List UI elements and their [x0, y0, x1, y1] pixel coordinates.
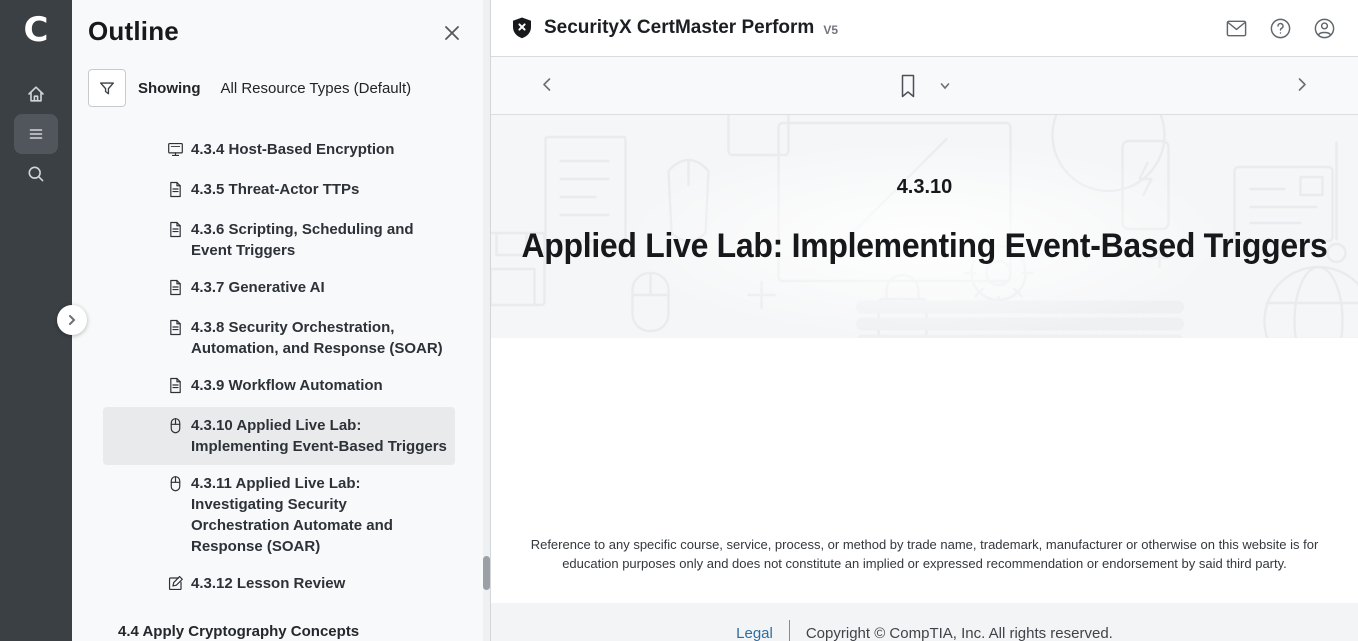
chevron-right-icon: [66, 314, 78, 326]
mouse-icon: [167, 417, 184, 439]
document-icon: [167, 279, 184, 296]
document-icon: [167, 319, 184, 336]
outline-header: Outline: [72, 0, 483, 49]
bookmark-icon: [899, 74, 917, 98]
account-icon: [1313, 17, 1336, 40]
mouse-icon: [167, 475, 184, 492]
close-icon: [443, 24, 461, 42]
outline-item-label: 4.3.8 Security Orchestration, Automation…: [191, 317, 443, 359]
rail-menu-button[interactable]: [14, 114, 58, 154]
help-icon: [1269, 17, 1292, 40]
outline-item-label: 4.3.11 Applied Live Lab: Investigating S…: [191, 473, 393, 557]
document-icon: [167, 377, 184, 399]
edit-icon: [167, 575, 184, 597]
outline-list: 4.3.4 Host-Based Encryption 4.3.5 Threat-…: [72, 131, 483, 605]
rail-buttons: [14, 74, 58, 194]
securityx-shield-icon: [510, 16, 534, 40]
bookmark-group: [899, 74, 951, 98]
lesson-number: 4.3.10: [491, 176, 1358, 199]
copyright-text: Copyright © CompTIA, Inc. All rights res…: [806, 625, 1113, 641]
app-version-badge: V5: [823, 23, 838, 37]
rail-search-button[interactable]: [14, 154, 58, 194]
header-icons: [1223, 15, 1338, 42]
search-icon: [26, 164, 46, 184]
outline-item-4.3.6[interactable]: 4.3.6 Scripting, Scheduling and Event Tr…: [103, 211, 455, 269]
filter-row: Showing All Resource Types (Default): [88, 69, 483, 107]
rail-home-button[interactable]: [14, 74, 58, 114]
outline-panel: Outline Showing All Resource Types (Defa…: [72, 0, 483, 641]
monitor-icon: [167, 141, 184, 158]
outline-item-label: 4.3.4 Host-Based Encryption: [191, 139, 394, 160]
home-icon: [26, 84, 46, 104]
chevron-left-icon: [539, 76, 555, 92]
filter-showing-label: Showing: [138, 80, 201, 97]
outline-title: Outline: [88, 16, 179, 47]
outline-item-label: 4.3.10 Applied Live Lab: Implementing Ev…: [191, 415, 447, 457]
footer-divider: [789, 620, 790, 641]
account-button[interactable]: [1311, 15, 1338, 42]
outline-item-label: 4.3.6 Scripting, Scheduling and Event Tr…: [191, 219, 414, 261]
bookmark-button[interactable]: [899, 74, 917, 98]
main-area: SecurityX CertMaster Perform V5: [490, 0, 1358, 641]
outline-item-4.3.7[interactable]: 4.3.7 Generative AI: [103, 269, 455, 309]
outline-item-4.3.9[interactable]: 4.3.9 Workflow Automation: [103, 367, 455, 407]
document-icon: [167, 181, 184, 203]
lesson-title: Applied Live Lab: Implementing Event-Bas…: [517, 227, 1332, 266]
comptia-logo: C: [24, 8, 49, 52]
mouse-icon: [167, 475, 184, 497]
messages-button[interactable]: [1223, 15, 1250, 42]
expand-panel-button[interactable]: [57, 305, 87, 335]
outline-item-4.3.8[interactable]: 4.3.8 Security Orchestration, Automation…: [103, 309, 455, 367]
outline-scrollbar-thumb[interactable]: [483, 556, 490, 590]
app-header: SecurityX CertMaster Perform V5: [491, 0, 1358, 57]
previous-page-button[interactable]: [533, 70, 561, 101]
outline-item-label: 4.3.7 Generative AI: [191, 277, 325, 298]
outline-item-4.3.5[interactable]: 4.3.5 Threat-Actor TTPs: [103, 171, 455, 211]
mail-icon: [1225, 17, 1248, 40]
close-outline-button[interactable]: [439, 20, 465, 49]
chevron-right-icon: [1294, 76, 1310, 92]
outline-item-label: 4.3.12 Lesson Review: [191, 573, 345, 594]
app-title: SecurityX CertMaster Perform: [544, 17, 814, 39]
outline-item-4.3.10[interactable]: 4.3.10 Applied Live Lab: Implementing Ev…: [103, 407, 455, 465]
document-icon: [167, 377, 184, 394]
legal-link[interactable]: Legal: [736, 625, 773, 641]
filter-value: All Resource Types (Default): [221, 80, 412, 97]
edit-icon: [167, 575, 184, 592]
outline-item-4.4[interactable]: 4.4 Apply Cryptography Concepts: [118, 623, 483, 640]
outline-item-label: 4.3.5 Threat-Actor TTPs: [191, 179, 359, 200]
monitor-icon: [167, 141, 184, 163]
menu-icon: [26, 124, 46, 144]
document-icon: [167, 181, 184, 198]
lesson-content: Reference to any specific course, servic…: [491, 338, 1358, 603]
next-page-button[interactable]: [1288, 70, 1316, 101]
outline-item-4.3.12[interactable]: 4.3.12 Lesson Review: [103, 565, 455, 605]
chevron-down-icon: [939, 80, 951, 92]
document-icon: [167, 279, 184, 301]
document-icon: [167, 319, 184, 341]
page-footer: Legal Copyright © CompTIA, Inc. All righ…: [491, 603, 1358, 641]
outline-scrollbar[interactable]: [483, 0, 490, 641]
outline-item-label: 4.3.9 Workflow Automation: [191, 375, 383, 396]
mouse-icon: [167, 417, 184, 434]
left-icon-rail: C: [0, 0, 72, 641]
document-icon: [167, 221, 184, 243]
lesson-toolbar: [491, 57, 1358, 115]
filter-funnel-icon: [98, 79, 116, 97]
lesson-banner: 4.3.10 Applied Live Lab: Implementing Ev…: [491, 115, 1358, 338]
document-icon: [167, 221, 184, 238]
outline-item-4.3.4[interactable]: 4.3.4 Host-Based Encryption: [103, 131, 455, 171]
filter-button[interactable]: [88, 69, 126, 107]
third-party-disclaimer: Reference to any specific course, servic…: [530, 536, 1320, 603]
bookmark-menu-button[interactable]: [939, 80, 951, 92]
outline-item-4.3.11[interactable]: 4.3.11 Applied Live Lab: Investigating S…: [103, 465, 455, 565]
help-button[interactable]: [1267, 15, 1294, 42]
